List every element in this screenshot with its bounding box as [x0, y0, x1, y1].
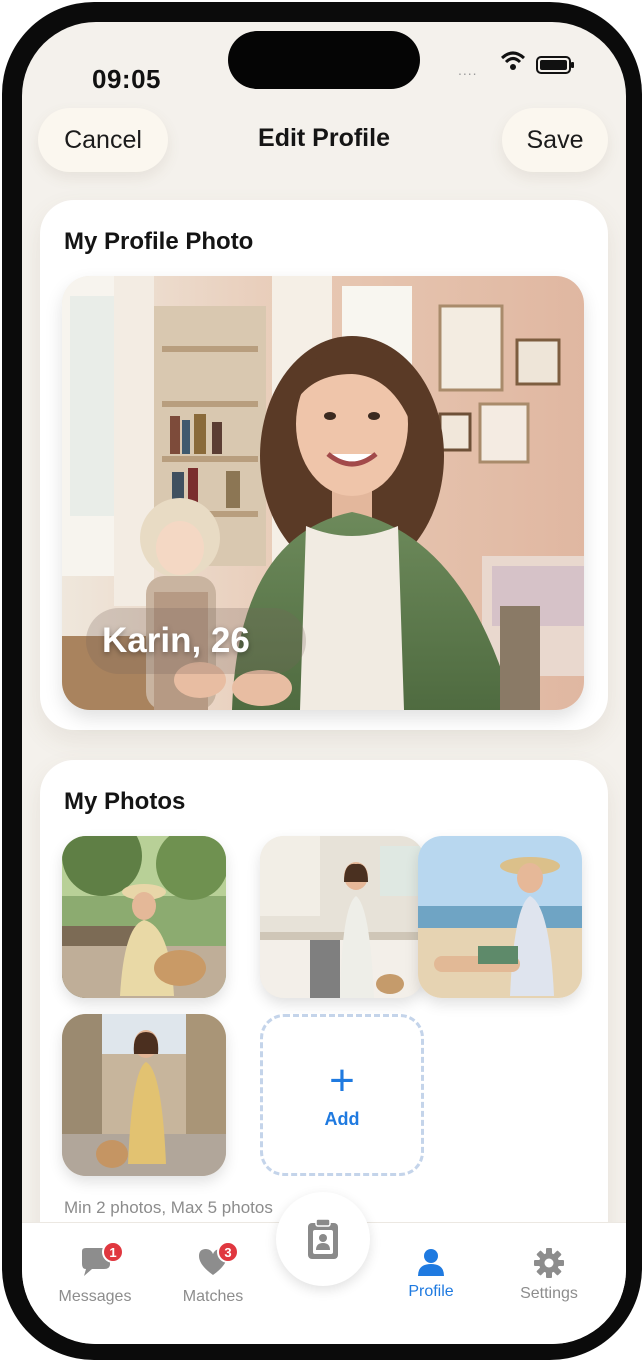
- battery-icon: [536, 56, 574, 74]
- status-time: 09:05: [92, 64, 161, 94]
- add-photo-label: Add: [324, 1108, 360, 1129]
- app-screen: 09:05 .... Cancel Edit Profile Save My P…: [22, 22, 626, 1344]
- center-id-card-button[interactable]: [276, 1192, 370, 1286]
- gear-icon: [534, 1248, 564, 1278]
- name-age-tag: Karin, 26: [86, 608, 306, 674]
- photo-kitchen-image: [260, 836, 424, 998]
- tab-settings[interactable]: Settings: [494, 1247, 604, 1303]
- name-age-label: Karin, 26: [102, 621, 250, 660]
- signal-icon: ....: [458, 62, 478, 78]
- photo-street-image: [62, 1014, 226, 1176]
- tab-matches-label: Matches: [182, 1288, 244, 1305]
- tab-messages[interactable]: 1 Messages: [40, 1241, 150, 1306]
- photo-thumbnail[interactable]: [418, 836, 582, 998]
- phone-frame: 09:05 .... Cancel Edit Profile Save My P…: [2, 2, 642, 1360]
- id-card-icon: [308, 1218, 338, 1259]
- photo-thumbnail[interactable]: [260, 836, 424, 998]
- dynamic-island: [228, 31, 420, 89]
- photo-thumbnail[interactable]: [62, 836, 226, 998]
- tab-settings-label: Settings: [520, 1285, 578, 1302]
- profile-photo[interactable]: Karin, 26: [62, 276, 584, 710]
- add-photo-button[interactable]: + Add: [260, 1014, 424, 1176]
- photo-beach-image: [418, 836, 582, 998]
- photo-park-bench-image: [62, 836, 226, 998]
- tab-profile[interactable]: Profile: [376, 1247, 486, 1301]
- plus-icon: +: [329, 1055, 355, 1105]
- messages-badge: 1: [102, 1241, 124, 1263]
- my-photos-title: My Photos: [64, 788, 186, 815]
- person-icon: [418, 1249, 444, 1276]
- profile-photo-title: My Profile Photo: [64, 228, 254, 255]
- photo-limit-hint: Min 2 photos, Max 5 photos: [64, 1198, 273, 1217]
- matches-badge: 3: [217, 1241, 239, 1263]
- save-button[interactable]: Save: [502, 108, 608, 172]
- wifi-icon: [500, 51, 526, 70]
- photo-thumbnail[interactable]: [62, 1014, 226, 1176]
- tab-profile-label: Profile: [408, 1283, 454, 1300]
- tab-messages-label: Messages: [58, 1288, 132, 1305]
- tab-matches[interactable]: 3 Matches: [158, 1241, 268, 1306]
- profile-photo-card: My Profile Photo Karin, 26: [40, 200, 608, 730]
